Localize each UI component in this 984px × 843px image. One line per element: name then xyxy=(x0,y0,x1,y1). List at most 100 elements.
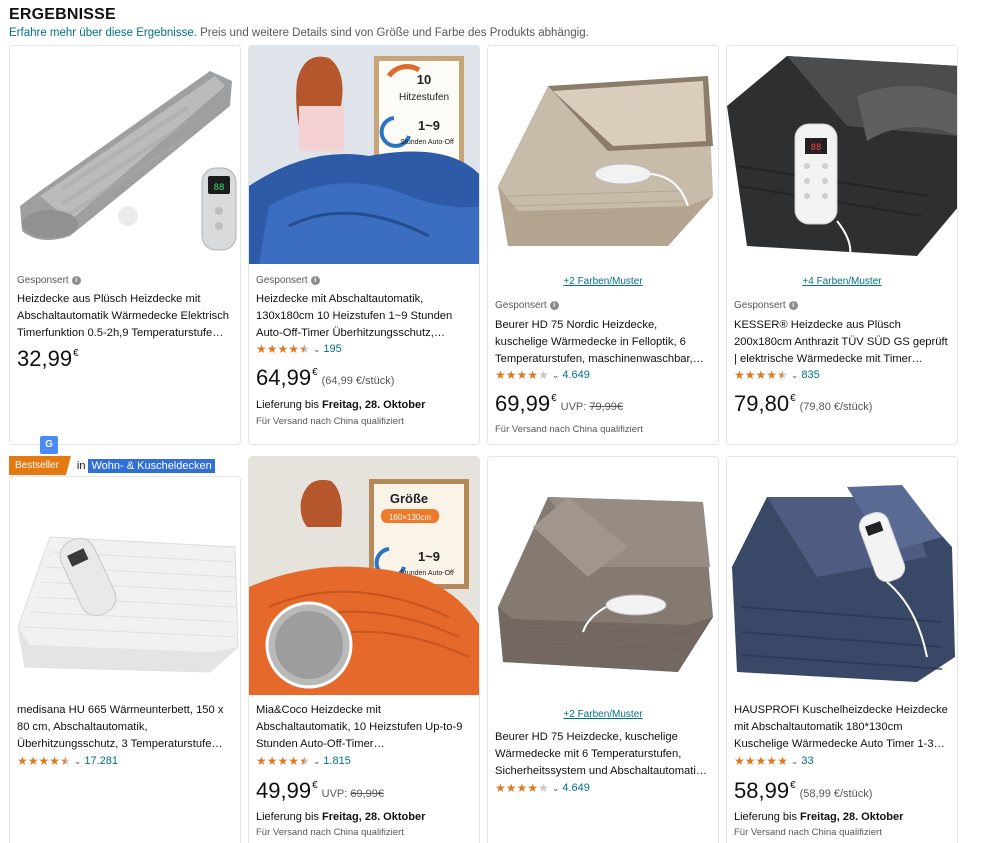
star-rating-icon: ★ ★ ★ ★ ★ xyxy=(495,368,549,382)
color-variants-link[interactable]: +2 Farben/Muster xyxy=(488,276,718,287)
chevron-down-icon[interactable]: ⌄ xyxy=(791,756,799,767)
product-price: 58,99 € (58,99 €/stück) xyxy=(734,779,872,803)
color-variants-link[interactable]: +2 Farben/Muster xyxy=(488,709,718,720)
price-amount: 79,80 xyxy=(734,391,790,416)
product-card[interactable]: +2 Farben/Muster Gesponsert i Beurer HD 7… xyxy=(487,45,719,445)
product-image[interactable]: Größe 160×130cm 1~9 Stunden Auto-Off xyxy=(249,457,479,695)
image-caption: Stunden Auto-Off xyxy=(400,139,454,146)
product-card[interactable]: medisana HU 665 Wärmeunterbett, 150 x 80… xyxy=(9,476,241,843)
price-currency: € xyxy=(312,367,318,378)
product-rating[interactable]: ★ ★ ★ ★ ★ ⌄ 195 xyxy=(256,343,342,355)
results-heading: ERGEBNISSE xyxy=(9,6,116,23)
product-image[interactable] xyxy=(10,477,240,695)
chevron-down-icon[interactable]: ⌄ xyxy=(791,370,799,381)
price-amount: 69,99 xyxy=(495,391,551,416)
image-caption: Größe xyxy=(390,491,428,506)
product-card[interactable]: HAUSPROFI Kuschelheizdecke Heizdecke mit… xyxy=(726,456,958,843)
shipping-info: Für Versand nach China qualifiziert xyxy=(734,827,882,838)
shipping-info: Für Versand nach China qualifiziert xyxy=(256,827,404,838)
chevron-down-icon[interactable]: ⌄ xyxy=(313,756,321,767)
unit-price: (64,99 €/stück) xyxy=(321,375,395,387)
price-currency: € xyxy=(73,348,79,359)
product-card[interactable]: +2 Farben/Muster Beurer HD 75 Heizdecke,… xyxy=(487,456,719,843)
svg-text:88: 88 xyxy=(811,143,822,153)
product-card[interactable]: 88 Gesponsert i Heizdecke aus Plüsch Heiz… xyxy=(9,45,241,445)
product-image[interactable]: 88 xyxy=(10,46,240,264)
product-rating[interactable]: ★ ★ ★ ★ ★ ⌄ 1.815 xyxy=(256,755,351,767)
chevron-down-icon[interactable]: ⌄ xyxy=(552,370,560,381)
results-subtitle: Erfahre mehr über diese Ergebnisse. Prei… xyxy=(9,27,589,39)
info-icon[interactable]: i xyxy=(310,276,320,285)
chevron-down-icon[interactable]: ⌄ xyxy=(74,756,82,767)
product-rating[interactable]: ★ ★ ★ ★ ★ ⌄ 4.649 xyxy=(495,369,590,381)
price-amount: 49,99 xyxy=(256,778,312,803)
sponsored-label: Gesponsert i xyxy=(734,300,798,311)
product-rating[interactable]: ★ ★ ★ ★ ★ ⌄ 17.281 xyxy=(17,755,118,767)
bestseller-badge-row: Bestseller in Wohn- & Kuscheldecken xyxy=(9,456,215,475)
product-image[interactable] xyxy=(488,457,718,695)
product-title[interactable]: KESSER® Heizdecke aus Plüsch 200x180cm A… xyxy=(734,317,950,368)
star-rating-icon: ★ ★ ★ ★ ★ xyxy=(734,754,788,768)
product-title[interactable]: Heizdecke aus Plüsch Heizdecke mit Absch… xyxy=(17,291,233,342)
review-count[interactable]: 835 xyxy=(801,369,819,381)
results-subtitle-text: Preis und weitere Details sind von Größe… xyxy=(196,27,589,39)
product-title[interactable]: Beurer HD 75 Heizdecke, kuschelige Wärme… xyxy=(495,729,711,780)
bestseller-category-link[interactable]: Wohn- & Kuscheldecken xyxy=(88,458,215,473)
chevron-down-icon[interactable]: ⌄ xyxy=(552,783,560,794)
product-title[interactable]: Beurer HD 75 Nordic Heizdecke, kuschelig… xyxy=(495,317,711,368)
product-rating[interactable]: ★ ★ ★ ★ ★ ⌄ 33 xyxy=(734,755,814,767)
product-price: 49,99 € UVP: 69,99€ xyxy=(256,779,384,803)
review-count[interactable]: 17.281 xyxy=(84,755,118,767)
chevron-down-icon[interactable]: ⌄ xyxy=(313,344,321,355)
product-rating[interactable]: ★ ★ ★ ★ ★ ⌄ 835 xyxy=(734,369,820,381)
delivery-info: Lieferung bis Freitag, 28. Oktober xyxy=(256,399,426,411)
star-rating-icon: ★ ★ ★ ★ ★ xyxy=(495,781,549,795)
shipping-info: Für Versand nach China qualifiziert xyxy=(256,416,404,427)
color-variants-link[interactable]: +4 Farben/Muster xyxy=(727,276,957,287)
product-price: 69,99 € UVP: 79,99€ xyxy=(495,392,623,416)
price-currency: € xyxy=(551,393,557,404)
product-card[interactable]: 88 +4 Farben/Muster Gesponsert i KESSER® … xyxy=(726,45,958,445)
product-title[interactable]: Heizdecke mit Abschaltautomatik, 130x180… xyxy=(256,291,472,342)
shipping-info: Für Versand nach China qualifiziert xyxy=(495,424,643,435)
product-card[interactable]: Größe 160×130cm 1~9 Stunden Auto-Off Mia… xyxy=(248,456,480,843)
price-currency: € xyxy=(790,780,796,791)
price-amount: 58,99 xyxy=(734,778,790,803)
sponsored-label: Gesponsert i xyxy=(495,300,559,311)
review-count[interactable]: 4.649 xyxy=(562,369,590,381)
review-count[interactable]: 33 xyxy=(801,755,813,767)
price-amount: 32,99 xyxy=(17,346,73,371)
review-count[interactable]: 195 xyxy=(323,343,341,355)
info-icon[interactable]: i xyxy=(71,276,81,285)
unit-price: (79,80 €/stück) xyxy=(799,401,873,413)
product-image[interactable]: 88 xyxy=(727,46,957,264)
image-caption: 10 xyxy=(417,72,431,87)
image-caption: Hitzestufen xyxy=(399,92,449,103)
product-card[interactable]: 10 Hitzestufen 1~9 Stunden Auto-Off Gesp… xyxy=(248,45,480,445)
review-count[interactable]: 1.815 xyxy=(323,755,351,767)
info-icon[interactable]: i xyxy=(788,301,798,310)
product-image[interactable] xyxy=(727,457,957,695)
price-currency: € xyxy=(312,780,318,791)
translate-icon[interactable]: G xyxy=(40,436,58,454)
product-price: 79,80 € (79,80 €/stück) xyxy=(734,392,872,416)
list-price: UVP: 79,99€ xyxy=(560,401,624,413)
sponsored-label: Gesponsert i xyxy=(256,275,320,286)
image-caption: 160×130cm xyxy=(389,513,431,522)
delivery-info: Lieferung bis Freitag, 28. Oktober xyxy=(734,811,904,823)
review-count[interactable]: 4.649 xyxy=(562,782,590,794)
star-rating-icon: ★ ★ ★ ★ ★ xyxy=(256,754,310,768)
product-title[interactable]: medisana HU 665 Wärmeunterbett, 150 x 80… xyxy=(17,702,233,753)
product-image[interactable] xyxy=(488,46,718,264)
info-icon[interactable]: i xyxy=(549,301,559,310)
learn-more-link[interactable]: Erfahre mehr über diese Ergebnisse. xyxy=(9,27,197,39)
product-image[interactable]: 10 Hitzestufen 1~9 Stunden Auto-Off xyxy=(249,46,479,264)
list-price: UVP: 69,99€ xyxy=(321,788,385,800)
product-rating[interactable]: ★ ★ ★ ★ ★ ⌄ 4.649 xyxy=(495,782,590,794)
sponsored-label: Gesponsert i xyxy=(17,275,81,286)
product-title[interactable]: Mia&Coco Heizdecke mit Abschaltautomatik… xyxy=(256,702,472,753)
unit-price: (58,99 €/stück) xyxy=(799,788,873,800)
svg-text:88: 88 xyxy=(214,183,225,193)
product-title[interactable]: HAUSPROFI Kuschelheizdecke Heizdecke mit… xyxy=(734,702,950,753)
price-amount: 64,99 xyxy=(256,365,312,390)
